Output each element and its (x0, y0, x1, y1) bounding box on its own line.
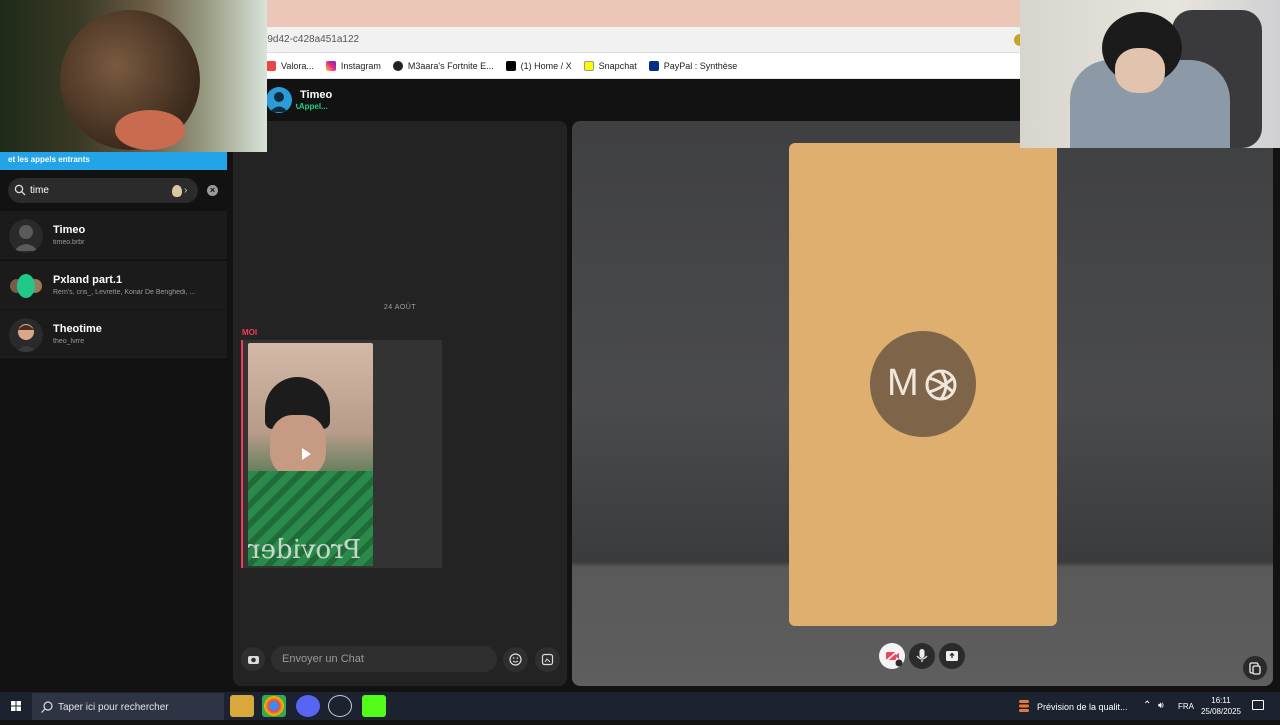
contact-item-timeo[interactable]: Timeo timeo.brbr (0, 211, 227, 259)
sender-label: MOI (242, 328, 258, 337)
chat-avatar[interactable] (266, 87, 292, 113)
sticker-icon (541, 653, 554, 666)
chrome-icon[interactable] (262, 695, 286, 717)
bitmoji-button[interactable]: › (172, 182, 194, 199)
bookmark-instagram[interactable]: Instagram (325, 60, 381, 71)
input-language[interactable]: FRA (1178, 702, 1194, 711)
microphone-icon (916, 649, 928, 662)
camera-icon (248, 656, 259, 664)
openai-logo-icon (925, 369, 957, 401)
chevron-up-icon[interactable]: ⌃ (1143, 700, 1151, 711)
chat-title: Timeo (300, 89, 333, 101)
call-status: 📞︎Appel... (296, 102, 328, 111)
url-text: -9d42-c428a451a122 (264, 34, 360, 45)
windows-logo-icon (11, 701, 21, 711)
emoji-button[interactable] (503, 647, 528, 672)
contact-name: Timeo (53, 224, 86, 236)
webcam-overlay-right (1020, 0, 1280, 148)
snapchat-ghost-icon (583, 60, 594, 71)
weather-widget[interactable]: Prévision de la qualit... (1014, 692, 1134, 720)
clear-search-button[interactable]: × (207, 185, 218, 196)
share-screen-button[interactable] (939, 643, 965, 669)
instagram-icon (325, 60, 336, 71)
toggle-mic-button[interactable] (909, 643, 935, 669)
kick-icon[interactable] (362, 695, 386, 717)
notifications-icon[interactable] (1252, 700, 1264, 710)
search-icon (41, 701, 53, 713)
default-avatar-icon (9, 219, 43, 253)
logitech-icon[interactable] (328, 695, 352, 717)
bitmoji-avatar-icon (9, 318, 43, 352)
participant-avatar: M (870, 331, 976, 437)
webcam-overlay-left (0, 0, 267, 152)
camera-button[interactable] (241, 647, 265, 671)
discord-icon[interactable] (296, 695, 320, 717)
popout-icon (1249, 662, 1261, 675)
date-separator: 24 AOÛT (383, 304, 417, 311)
paypal-icon (648, 60, 659, 71)
bookmarks-bar: Valora... Instagram M3aara's Fortnite E.… (258, 53, 1028, 79)
bookmark-fortnite[interactable]: M3aara's Fortnite E... (392, 60, 494, 71)
contact-username: timeo.brbr (53, 239, 85, 246)
fortnite-icon (392, 60, 403, 71)
file-explorer-icon[interactable] (230, 695, 254, 717)
bookmark-paypal[interactable]: PayPal : Synthèse (648, 60, 737, 71)
chevron-right-icon: › (184, 185, 188, 196)
clock[interactable]: 16:11 25/08/2025 (1196, 695, 1246, 717)
play-icon[interactable] (302, 448, 311, 460)
address-bar[interactable]: -9d42-c428a451a122 (258, 27, 1028, 53)
search-icon (14, 184, 26, 196)
contact-item-theotime[interactable]: Theotime theo_lvrre (0, 310, 227, 358)
screen-share-icon (946, 651, 958, 661)
bookmark-valorant[interactable]: Valora... (266, 60, 314, 71)
sticker-button[interactable] (535, 647, 560, 672)
popout-button[interactable] (1243, 656, 1267, 680)
camera-off-icon (884, 649, 903, 667)
air-quality-icon (1019, 700, 1029, 712)
chat-list-sidebar (0, 80, 228, 691)
bitmoji-icon (172, 184, 182, 197)
search-bar: › (8, 178, 198, 203)
jersey-text: Provider (248, 535, 362, 565)
emoji-icon (509, 653, 522, 666)
contact-item-group[interactable]: Pxland part.1 Rem's, cris_, Levrette, Ko… (0, 261, 227, 309)
x-icon (505, 60, 516, 71)
toggle-camera-button[interactable] (879, 643, 905, 669)
volume-icon[interactable]: 🔊︎ (1158, 700, 1164, 711)
contact-username: theo_lvrre (53, 338, 85, 345)
contact-name: Theotime (53, 323, 102, 335)
valorant-icon (266, 60, 276, 71)
group-members: Rem's, cris_, Levrette, Konar De Benghed… (53, 289, 196, 296)
default-avatar-icon (270, 92, 288, 112)
notification-promo-banner[interactable]: et les appels entrants (0, 150, 227, 170)
search-input[interactable] (30, 182, 170, 199)
taskbar-search[interactable]: Taper ici pour rechercher (32, 693, 224, 720)
bookmark-snapchat[interactable]: Snapchat (583, 60, 637, 71)
bookmark-x-home[interactable]: (1) Home / X (505, 60, 572, 71)
message-input[interactable]: Envoyer un Chat (271, 646, 497, 672)
contact-name: Pxland part.1 (53, 274, 123, 286)
group-avatar-icon (10, 274, 42, 298)
start-button[interactable] (0, 692, 32, 720)
